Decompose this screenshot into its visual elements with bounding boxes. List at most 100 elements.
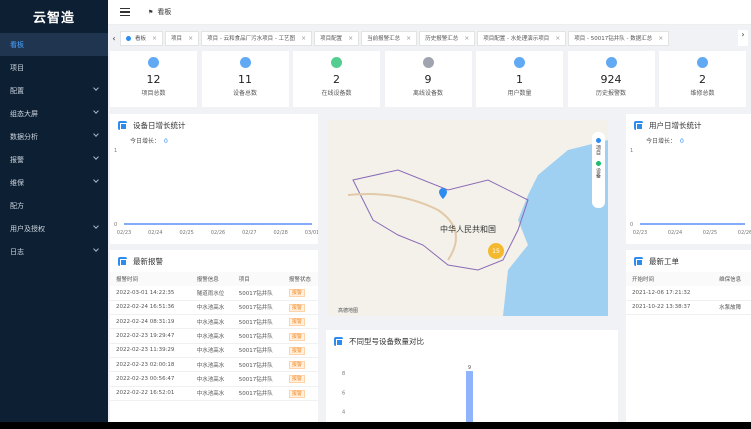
tab-4[interactable]: 当前报警汇总 ×	[361, 30, 418, 46]
close-icon[interactable]: ×	[152, 35, 157, 42]
tab-3[interactable]: 项目配置 ×	[314, 30, 360, 46]
x-tick-label: 02/25	[179, 230, 193, 236]
sidebar-item-8[interactable]: 用户及授权	[0, 217, 108, 240]
table-row[interactable]: 2022-02-22 16:52:01 中水池高水 50017钻井队 报警	[110, 386, 318, 401]
sidebar-item-0[interactable]: 看板	[0, 33, 108, 56]
map-panel[interactable]: 15 中华人民共和国 高德地图 项目 设备	[328, 120, 608, 316]
tabs-scroll-right-icon[interactable]: ›	[738, 30, 748, 46]
cluster-count: 15	[492, 248, 500, 255]
map-canvas[interactable]: 15 中华人民共和国 高德地图	[328, 120, 608, 316]
table-cell: 50017钻井队	[232, 357, 283, 373]
tab-2[interactable]: 项目 - 云和食品厂污水项目 - 工艺图 ×	[201, 30, 313, 46]
table-row[interactable]: 2022-02-24 08:31:19 中水池高水 50017钻井队 报警	[110, 314, 318, 330]
device-types-header: 不同型号设备数量对比	[326, 330, 618, 352]
x-tick-label: 02/23	[633, 230, 647, 236]
sidebar-item-label: 维保	[10, 178, 24, 187]
close-icon[interactable]: ×	[464, 35, 469, 42]
breadcrumb: 看板	[157, 8, 172, 16]
stats-row: 12 项目总数 11 设备总数 2 在线设备数 9 离线设备数 1 用户数量 924 历史报警数 2 维修…	[108, 51, 751, 107]
device-growth-today: 今日增长： 0	[130, 138, 168, 145]
device-types-card: 不同型号设备数量对比 8 6 4 9	[326, 330, 618, 422]
status-badge: 报警	[288, 375, 305, 384]
stat-card: 2 维修总数	[659, 51, 746, 107]
stat-value: 2	[699, 73, 706, 86]
table-row[interactable]: 2022-02-23 02:00:18 中水池高水 50017钻井队 报警	[110, 357, 318, 373]
table-header: 开始时间 维保信息	[626, 272, 751, 286]
sidebar-item-7[interactable]: 配方	[0, 194, 108, 217]
table-cell: 隧道雨水位	[190, 286, 233, 301]
tabs-scroll-left-icon[interactable]: ‹	[108, 34, 120, 43]
latest-alarms-header: 最新报警	[110, 250, 318, 272]
close-icon[interactable]: ×	[555, 35, 560, 42]
x-tick-label: 02/28	[273, 230, 287, 236]
table-row[interactable]: 2022-02-23 11:39:29 中水池高水 50017钻井队 报警	[110, 343, 318, 358]
sidebar-item-6[interactable]: 维保	[0, 171, 108, 194]
table-row[interactable]: 2022-02-23 19:29:47 中水池高水 50017钻井队 报警	[110, 328, 318, 344]
device-growth-today-value: 0	[164, 138, 168, 145]
table-cell: 50017钻井队	[232, 343, 283, 358]
home-icon[interactable]: ⚑	[148, 9, 153, 16]
tab-7[interactable]: 项目 - 50017钻井队 - 数据汇总 ×	[568, 30, 670, 46]
stat-value: 12	[146, 73, 161, 86]
tab-0[interactable]: 看板 ×	[120, 30, 164, 46]
sidebar: 云智造 看板 项目 配置 组态大屏 数据分析 报警 维保 配方 用户及授权 日志	[0, 0, 108, 422]
column-header: 开始时间	[626, 272, 714, 286]
stat-card: 9 离线设备数	[384, 51, 472, 107]
status-badge: 报警	[288, 332, 305, 341]
stat-icon	[514, 57, 525, 68]
close-icon[interactable]: ×	[348, 35, 353, 42]
stat-card: 1 用户数量	[476, 51, 563, 107]
stat-card: 11 设备总数	[201, 51, 289, 107]
sidebar-item-1[interactable]: 项目	[0, 56, 108, 79]
table-cell: 中水池高水	[190, 357, 233, 373]
sidebar-item-3[interactable]: 组态大屏	[0, 102, 108, 125]
user-growth-title: 用户日增长统计	[649, 120, 702, 130]
stat-icon	[605, 57, 617, 68]
legend-project-dot	[596, 138, 601, 143]
device-types-title: 不同型号设备数量对比	[349, 336, 424, 346]
table-cell: 2022-02-23 00:56:47	[110, 371, 191, 387]
sidebar-item-5[interactable]: 报警	[0, 148, 108, 171]
y-tick-label: 0	[114, 222, 117, 228]
table-row[interactable]: 2022-03-01 14:22:35 隧道雨水位 50017钻井队 报警	[110, 286, 318, 301]
tab-label: 项目 - 云和食品厂污水项目 - 工艺图	[207, 36, 296, 42]
sidebar-item-label: 配方	[10, 201, 24, 210]
tab-list: 看板 × 项目 × 项目 - 云和食品厂污水项目 - 工艺图 × 项目配置 × 当前报警汇总 × 历…	[120, 30, 671, 46]
stat-value: 1	[516, 73, 523, 86]
tab-label: 项目配置 - 水处理演示项目	[483, 36, 550, 42]
close-icon[interactable]: ×	[301, 35, 306, 42]
x-tick-label: 02/27	[242, 230, 256, 236]
status-badge: 报警	[288, 361, 305, 370]
status-badge: 报警	[288, 289, 305, 298]
table-row[interactable]: 2021-12-06 17:21:32	[626, 286, 751, 301]
user-growth-card: 用户日增长统计 今日增长： 0 1 0 02/23 02/24 02/25 02/26	[626, 114, 751, 244]
table-cell: 50017钻井队	[232, 314, 283, 330]
tab-6[interactable]: 项目配置 - 水处理演示项目 ×	[477, 30, 567, 46]
country-label: 中华人民共和国	[440, 224, 496, 234]
table-cell: 中水池高水	[190, 343, 233, 358]
table-cell: 50017钻井队	[232, 300, 283, 316]
column-header: 报警时间	[110, 272, 191, 286]
close-icon[interactable]: ×	[406, 35, 411, 42]
close-icon[interactable]: ×	[188, 35, 193, 42]
stat-value: 924	[600, 73, 622, 86]
table-icon	[118, 256, 127, 266]
device-types-chart: 8 6 4 9	[342, 365, 473, 422]
close-icon[interactable]: ×	[658, 35, 663, 42]
x-tick-label: 02/24	[148, 230, 162, 236]
table-row[interactable]: 2022-02-24 16:51:36 中水池高水 50017钻井队 报警	[110, 300, 318, 316]
sidebar-item-4[interactable]: 数据分析	[0, 125, 108, 148]
table-row[interactable]: 2022-02-23 00:56:47 中水池高水 50017钻井队 报警	[110, 371, 318, 387]
map-legend: 项目 设备	[592, 132, 605, 208]
menu-toggle-icon[interactable]	[120, 8, 130, 16]
table-cell: 2022-02-22 16:52:01	[110, 386, 191, 401]
topbar: ⚑ 看板	[108, 0, 751, 25]
device-growth-title: 设备日增长统计	[133, 120, 186, 130]
sidebar-item-2[interactable]: 配置	[0, 79, 108, 102]
sidebar-item-9[interactable]: 日志	[0, 240, 108, 263]
table-row[interactable]: 2021-10-22 13:38:37 水泵故障	[626, 300, 751, 316]
tab-1[interactable]: 项目 ×	[165, 30, 200, 46]
status-badge: 报警	[288, 346, 305, 355]
tab-5[interactable]: 历史报警汇总 ×	[419, 30, 476, 46]
stat-icon	[422, 57, 434, 68]
